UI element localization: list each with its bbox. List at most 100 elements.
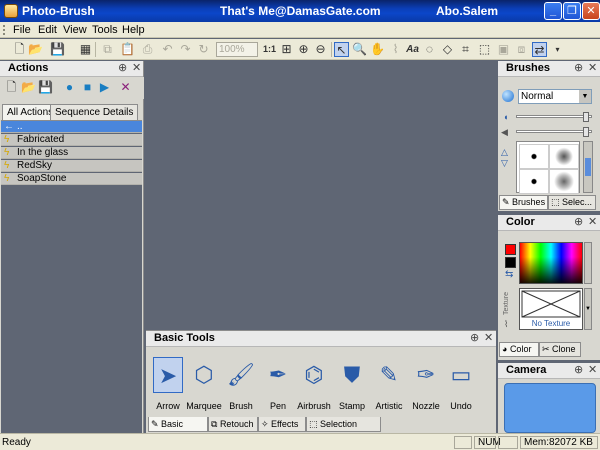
list-item[interactable]: ← .. [1, 121, 142, 133]
menu-edit[interactable]: Edit [38, 24, 57, 36]
arrow-tool[interactable]: ➤ Arrow [148, 357, 188, 411]
lasso-icon[interactable]: ◌ [422, 42, 437, 57]
text-tool-icon[interactable]: Aa [405, 42, 420, 57]
zoom-in-icon[interactable]: ⊕ [296, 42, 311, 57]
tab-sequence-details[interactable]: Sequence Details [50, 104, 139, 120]
fit-window-icon[interactable]: ⊞ [279, 42, 294, 57]
pin-icon[interactable]: ⊕ [574, 215, 583, 230]
airbrush-tool[interactable]: ⌬ Airbrush [294, 357, 334, 411]
layer-icon[interactable]: ▣ [496, 42, 511, 57]
grid-icon[interactable]: ▦ [78, 42, 93, 57]
layers-icon[interactable]: ⧈ [514, 42, 529, 57]
hand-icon[interactable]: ✋ [370, 42, 385, 57]
paste-icon[interactable]: 📋 [120, 42, 135, 57]
crop-icon[interactable]: ⌗ [458, 42, 473, 57]
open-folder-icon[interactable]: 📂 [28, 42, 43, 57]
pin-icon[interactable]: ⊕ [118, 61, 127, 76]
list-item[interactable]: ϟ SoapStone [1, 173, 142, 185]
blend-mode-select[interactable]: Normal ▼ [518, 89, 592, 104]
tab-clone[interactable]: ✂ Clone [539, 342, 581, 357]
play-icon[interactable]: ▶ [97, 80, 112, 95]
tab-selection[interactable]: ⬚ Selec... [548, 195, 596, 210]
pin-icon[interactable]: ⊕ [470, 331, 479, 346]
scroll-up-icon[interactable]: △ [501, 147, 508, 158]
pin-icon[interactable]: ⊕ [574, 363, 583, 378]
brush-tool[interactable]: 🖌 Brush [221, 357, 261, 411]
minimize-button[interactable]: _ [544, 2, 562, 20]
color-spectrum[interactable] [519, 242, 583, 284]
maximize-button[interactable]: ❐ [563, 2, 581, 20]
artistic-tool[interactable]: ✎ Artistic [369, 357, 409, 411]
resize-icon[interactable]: ⬚ [477, 42, 492, 57]
close-icon[interactable]: ✕ [588, 61, 597, 76]
close-icon[interactable]: ✕ [588, 215, 597, 230]
menu-tools[interactable]: Tools [92, 24, 118, 36]
close-icon[interactable]: ✕ [484, 331, 493, 346]
zoom-out-icon[interactable]: ⊖ [313, 42, 328, 57]
undo-tool[interactable]: ▭ Undo [441, 357, 481, 411]
toolbar-overflow-icon[interactable]: ▾ [550, 42, 565, 57]
app-icon[interactable] [4, 4, 18, 18]
new-action-icon[interactable]: 🗋 [4, 80, 19, 95]
eyedropper-icon[interactable]: ⌇ [504, 319, 508, 330]
zoom-combo[interactable]: 100% [216, 42, 258, 57]
selection-icon: ⬚ [309, 419, 321, 429]
menu-view[interactable]: View [63, 24, 87, 36]
brush-small-icon: ✎ [502, 197, 513, 207]
tab-color[interactable]: ◕ Color [499, 342, 539, 357]
tab-effects[interactable]: ✧ Effects [258, 417, 306, 432]
tab-basic-tools[interactable]: ✎ Basic Tools [148, 417, 208, 443]
texture-swatch[interactable]: No Texture [519, 288, 583, 330]
background-color-swatch[interactable] [505, 257, 516, 268]
tab-brushes[interactable]: ✎ Brushes [499, 195, 548, 210]
eyedropper-icon[interactable]: ⌇ [388, 42, 403, 57]
nozzle-tool[interactable]: ✑ Nozzle [406, 357, 446, 411]
list-item[interactable]: ϟ Fabricated [1, 134, 142, 146]
menu-file[interactable]: File [13, 24, 31, 36]
tab-retouch[interactable]: ⧉ Retouch [208, 417, 258, 432]
stamp-tool[interactable]: ⛊ Stamp [332, 357, 372, 411]
redo-icon[interactable]: ↷ [178, 42, 193, 57]
bolt-icon: ϟ [4, 160, 10, 171]
list-item[interactable]: ϟ In the glass [1, 147, 142, 159]
new-file-icon[interactable]: 🗋 [12, 42, 27, 57]
brush-scrollbar[interactable] [583, 141, 593, 193]
delete-icon[interactable]: ✕ [118, 80, 133, 95]
panel-toggle-icon[interactable]: ⇄ [532, 42, 547, 57]
close-icon[interactable]: ✕ [588, 363, 597, 378]
spectrum-scrollbar[interactable] [584, 242, 592, 284]
chevron-down-icon[interactable]: ▼ [584, 288, 592, 330]
undo-icon[interactable]: ↶ [160, 42, 175, 57]
save-action-icon[interactable]: 💾 [38, 80, 53, 95]
save-icon[interactable]: 💾 [50, 42, 65, 57]
menu-grip[interactable] [3, 25, 6, 35]
stop-icon[interactable]: ■ [80, 80, 95, 95]
size-slider[interactable] [516, 127, 592, 137]
brush-shape-icon[interactable] [502, 90, 514, 102]
camera-device-icon[interactable] [504, 383, 596, 433]
magnifier-icon[interactable]: 🔍 [352, 42, 367, 57]
close-icon[interactable]: ✕ [132, 61, 141, 76]
pointer-icon[interactable]: ↖ [334, 42, 349, 57]
marquee-tool[interactable]: ⬡ Marquee [184, 357, 224, 411]
print-icon[interactable]: ⎙ [140, 42, 155, 57]
foreground-color-swatch[interactable] [505, 244, 516, 255]
record-icon[interactable]: ● [62, 80, 77, 95]
list-item[interactable]: ϟ RedSky [1, 160, 142, 172]
shapes-icon[interactable]: ◇ [440, 42, 455, 57]
actual-size-button[interactable]: 1:1 [262, 42, 277, 57]
scroll-down-icon[interactable]: ▽ [501, 158, 508, 169]
open-action-icon[interactable]: 📂 [21, 80, 36, 95]
menu-help[interactable]: Help [122, 24, 145, 36]
opacity-slider[interactable] [516, 112, 592, 122]
swap-colors-icon[interactable]: ⇆ [505, 269, 513, 280]
marquee-tool-icon: ⬡ [194, 362, 214, 387]
tab-selection-tools[interactable]: ⬚ Selection Tools [306, 417, 381, 443]
brush-thumbnails[interactable] [516, 141, 580, 194]
pen-tool[interactable]: ✒ Pen [258, 357, 298, 411]
repeat-icon[interactable]: ↻ [196, 42, 211, 57]
close-button[interactable]: ✕ [582, 2, 600, 20]
workspace[interactable] [146, 61, 496, 328]
copy-icon[interactable]: ⧉ [100, 42, 115, 57]
pin-icon[interactable]: ⊕ [574, 61, 583, 76]
